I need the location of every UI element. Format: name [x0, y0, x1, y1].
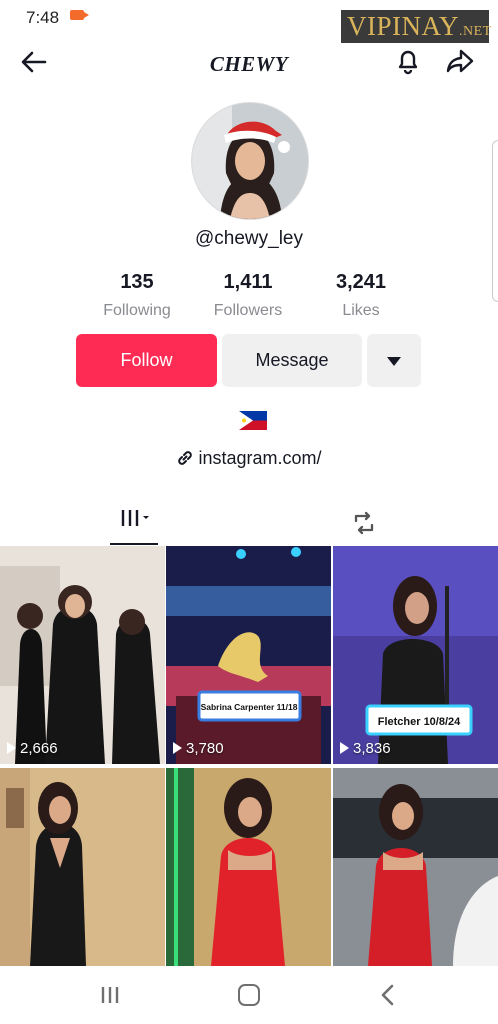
- message-button[interactable]: Message: [222, 334, 362, 387]
- bio-link-text: instagram.com/: [198, 448, 322, 468]
- watermark-suffix: .NET: [459, 24, 492, 39]
- view-count: 3,780: [173, 740, 224, 757]
- stat-value: 3,241: [335, 271, 387, 293]
- video-thumbnail[interactable]: 2,666: [0, 546, 165, 764]
- follow-button[interactable]: Follow: [76, 334, 217, 387]
- share-icon[interactable]: [444, 45, 476, 77]
- video-caption: Sabrina Carpenter 11/18: [201, 702, 298, 712]
- repost-icon[interactable]: [350, 509, 378, 537]
- video-thumbnail[interactable]: Sabrina Carpenter 11/18 3,780: [166, 546, 331, 764]
- avatar-photo: [192, 103, 308, 219]
- video-thumbnail-image: [0, 546, 165, 764]
- video-thumbnail-image: [0, 768, 165, 966]
- grid-icon: [121, 510, 149, 526]
- video-thumbnail-image: Fletcher 10/8/24: [333, 546, 498, 764]
- video-thumbnail-image: Sabrina Carpenter 11/18: [166, 546, 331, 764]
- bio-link[interactable]: instagram.com/: [0, 448, 498, 469]
- play-icon: [7, 742, 16, 754]
- bell-icon[interactable]: [392, 45, 424, 77]
- video-caption: Fletcher 10/8/24: [378, 716, 461, 728]
- stat-likes[interactable]: 3,241 Likes: [306, 271, 416, 320]
- stat-following[interactable]: 135 Following: [82, 271, 192, 320]
- stat-label: Followers: [213, 302, 283, 319]
- status-time: 7:48: [26, 8, 60, 27]
- view-count: 2,666: [7, 740, 58, 757]
- video-thumbnail[interactable]: [166, 768, 331, 986]
- more-options-button[interactable]: [367, 334, 421, 387]
- video-thumbnail[interactable]: Fletcher 10/8/24 3,836: [333, 546, 498, 764]
- active-tab-indicator: [110, 543, 158, 545]
- profile-tabs: [0, 503, 498, 545]
- stat-value: 135: [120, 271, 154, 293]
- avatar[interactable]: [191, 102, 309, 220]
- view-count: 3,836: [340, 740, 391, 757]
- video-thumbnail[interactable]: [0, 768, 165, 986]
- scroll-indicator: [492, 140, 498, 302]
- watermark-main: VIPINAY: [347, 11, 460, 41]
- watermark: VIPINAY.NET: [341, 10, 492, 43]
- stat-label: Following: [103, 302, 171, 319]
- view-count-value: 3,780: [186, 740, 224, 757]
- view-count-value: 2,666: [20, 740, 58, 757]
- video-thumbnail-image: [333, 768, 498, 966]
- philippines-flag-icon: [239, 411, 267, 430]
- stat-value: 1,411: [223, 271, 273, 293]
- home-icon[interactable]: [238, 984, 260, 1006]
- link-icon: [178, 451, 193, 465]
- nav-back-icon[interactable]: [378, 982, 398, 1008]
- view-count-value: 3,836: [353, 740, 391, 757]
- video-thumbnail-image: [166, 768, 331, 966]
- video-thumbnail[interactable]: [333, 768, 498, 986]
- screen-record-icon: [70, 10, 89, 20]
- stat-followers[interactable]: 1,411 Followers: [193, 271, 303, 320]
- tab-videos[interactable]: [110, 503, 158, 545]
- play-icon: [340, 742, 349, 754]
- profile-handle: @chewy_ley: [195, 228, 303, 249]
- recents-icon[interactable]: [98, 984, 122, 1006]
- top-bar: CHEWY: [0, 40, 498, 84]
- play-icon: [173, 742, 182, 754]
- system-nav-bar: [0, 966, 498, 1024]
- stat-label: Likes: [342, 302, 380, 319]
